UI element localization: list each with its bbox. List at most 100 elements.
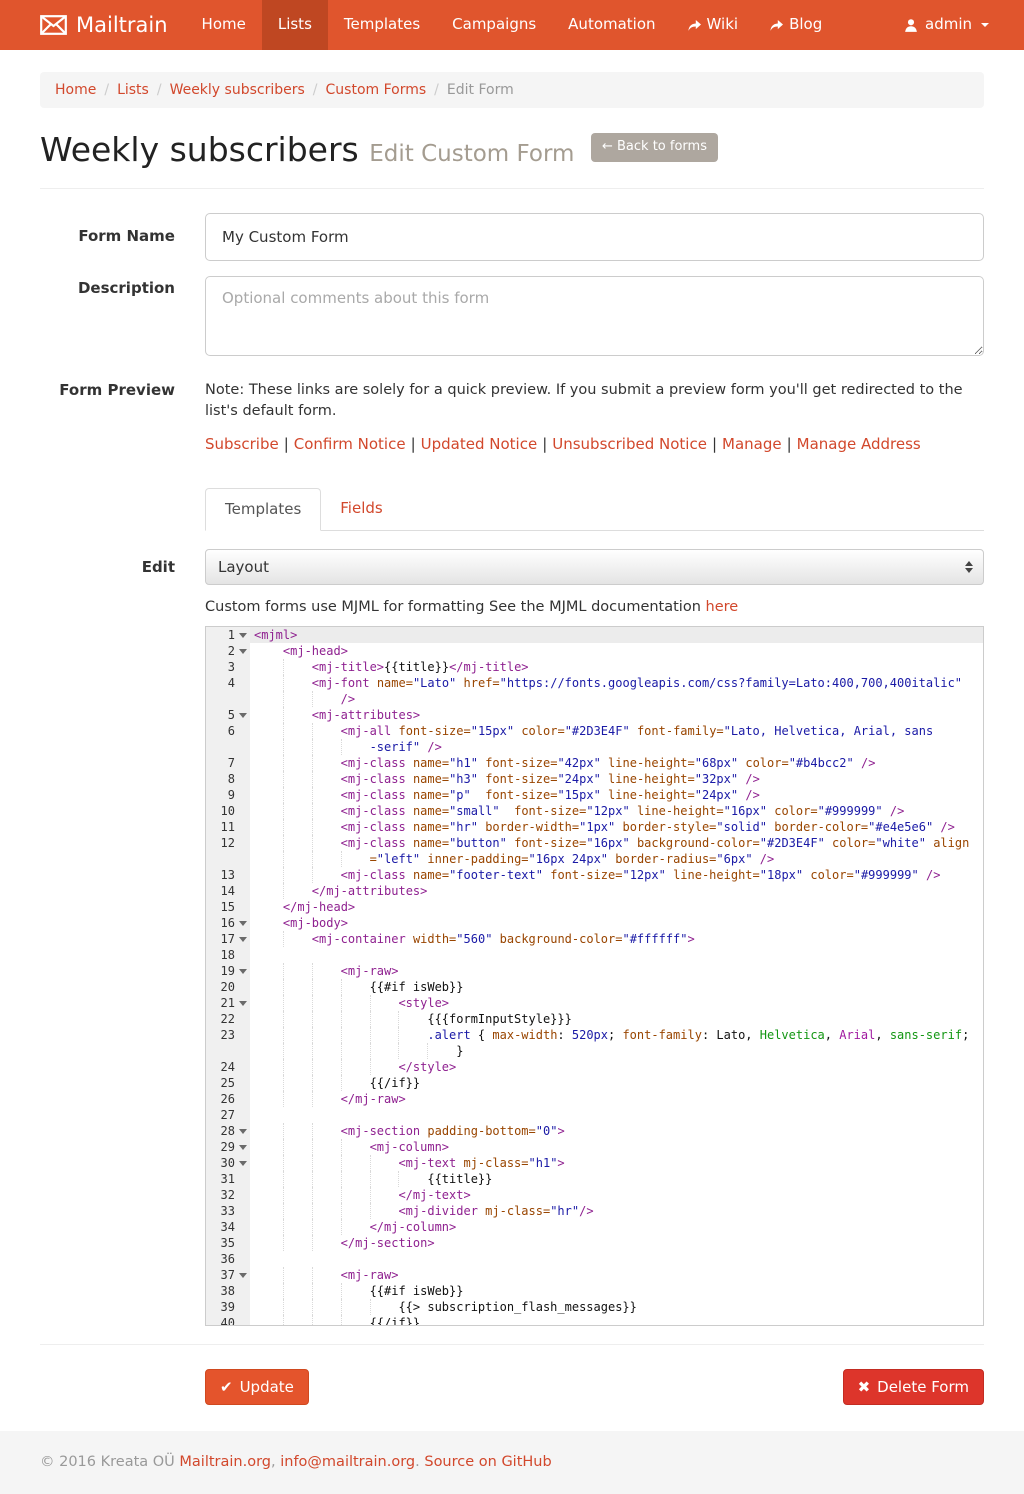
preview-link-manage[interactable]: Manage bbox=[722, 435, 782, 453]
preview-link-confirm-notice[interactable]: Confirm Notice bbox=[294, 435, 406, 453]
nav-item-templates[interactable]: Templates bbox=[328, 0, 436, 50]
code-line[interactable]: 14</mj-attributes> bbox=[206, 883, 983, 899]
code-line[interactable]: 30<mj-text mj-class="h1"> bbox=[206, 1155, 983, 1171]
code-line[interactable]: 29<mj-column> bbox=[206, 1139, 983, 1155]
code-line[interactable]: ="left" inner-padding="16px 24px" border… bbox=[206, 851, 983, 867]
code-line[interactable]: 27 bbox=[206, 1107, 983, 1123]
form-name-input[interactable] bbox=[205, 213, 984, 261]
gutter-cell: 34 bbox=[206, 1219, 250, 1235]
gutter-cell: 38 bbox=[206, 1283, 250, 1299]
code-editor[interactable]: 1<mjml>2<mj-head>3<mj-title>{{title}}</m… bbox=[205, 626, 984, 1326]
code-line[interactable]: 3<mj-title>{{title}}</mj-title> bbox=[206, 659, 983, 675]
nav-item-automation[interactable]: Automation bbox=[552, 0, 671, 50]
fold-arrow-icon[interactable] bbox=[239, 969, 247, 974]
fold-arrow-icon[interactable] bbox=[239, 1273, 247, 1278]
code-line[interactable]: 10<mj-class name="small" font-size="12px… bbox=[206, 803, 983, 819]
brand-link[interactable]: Mailtrain bbox=[40, 0, 186, 50]
code-line[interactable]: 35</mj-section> bbox=[206, 1235, 983, 1251]
fold-arrow-icon[interactable] bbox=[239, 921, 247, 926]
code-line[interactable]: 26</mj-raw> bbox=[206, 1091, 983, 1107]
indent-guide bbox=[283, 1235, 312, 1251]
code-line[interactable]: 33<mj-divider mj-class="hr"/> bbox=[206, 1203, 983, 1219]
code-line[interactable]: /> bbox=[206, 691, 983, 707]
preview-link-subscribe[interactable]: Subscribe bbox=[205, 435, 279, 453]
code-line[interactable]: 17<mj-container width="560" background-c… bbox=[206, 931, 983, 947]
breadcrumb-link-lists[interactable]: Lists bbox=[117, 82, 149, 98]
code-line[interactable]: 13<mj-class name="footer-text" font-size… bbox=[206, 867, 983, 883]
code-line[interactable]: 32</mj-text> bbox=[206, 1187, 983, 1203]
code-line[interactable]: 22{{{formInputStyle}}} bbox=[206, 1011, 983, 1027]
tab-templates[interactable]: Templates bbox=[205, 488, 321, 532]
code-line[interactable]: 2<mj-head> bbox=[206, 643, 983, 659]
code-line[interactable]: 18 bbox=[206, 947, 983, 963]
fold-arrow-icon[interactable] bbox=[239, 1161, 247, 1166]
code-line[interactable]: 15</mj-head> bbox=[206, 899, 983, 915]
back-to-forms-button[interactable]: ← Back to forms bbox=[591, 133, 718, 162]
nav-item-wiki[interactable]: Wiki bbox=[672, 0, 755, 50]
code-line[interactable]: 34</mj-column> bbox=[206, 1219, 983, 1235]
code-line[interactable]: 28<mj-section padding-bottom="0"> bbox=[206, 1123, 983, 1139]
code-line[interactable]: 5<mj-attributes> bbox=[206, 707, 983, 723]
code-line[interactable]: 20{{#if isWeb}} bbox=[206, 979, 983, 995]
code-line[interactable]: 37<mj-raw> bbox=[206, 1267, 983, 1283]
nav-item-home[interactable]: Home bbox=[186, 0, 262, 50]
delete-form-button[interactable]: ✖Delete Form bbox=[843, 1369, 984, 1405]
gutter-cell: 25 bbox=[206, 1075, 250, 1091]
breadcrumb-link-weekly-subscribers[interactable]: Weekly subscribers bbox=[170, 82, 305, 98]
fold-arrow-icon[interactable] bbox=[239, 1145, 247, 1150]
preview-link-manage-address[interactable]: Manage Address bbox=[797, 435, 921, 453]
code-line[interactable]: 36 bbox=[206, 1251, 983, 1267]
footer-link-mailtrain-org[interactable]: Mailtrain.org bbox=[179, 1454, 271, 1470]
nav-item-blog[interactable]: Blog bbox=[754, 0, 838, 50]
fold-arrow-icon[interactable] bbox=[239, 713, 247, 718]
footer-link-source-on-github[interactable]: Source on GitHub bbox=[424, 1454, 551, 1470]
code-line[interactable]: 39{{> subscription_flash_messages}} bbox=[206, 1299, 983, 1315]
preview-link-updated-notice[interactable]: Updated Notice bbox=[421, 435, 538, 453]
code-line[interactable]: 38{{#if isWeb}} bbox=[206, 1283, 983, 1299]
code-line[interactable]: 4<mj-font name="Lato" href="https://font… bbox=[206, 675, 983, 691]
code-line[interactable]: 19<mj-raw> bbox=[206, 963, 983, 979]
code-line[interactable]: 21<style> bbox=[206, 995, 983, 1011]
indent-guide bbox=[398, 1011, 427, 1027]
code-line[interactable]: 23.alert { max-width: 520px; font-family… bbox=[206, 1027, 983, 1043]
fold-arrow-icon[interactable] bbox=[239, 1129, 247, 1134]
code-line[interactable]: 11<mj-class name="hr" border-width="1px"… bbox=[206, 819, 983, 835]
code-line[interactable]: 25{{/if}} bbox=[206, 1075, 983, 1091]
back-to-forms-label: Back to forms bbox=[617, 139, 707, 154]
fold-arrow-icon[interactable] bbox=[239, 1001, 247, 1006]
footer-link-info-mailtrain-org[interactable]: info@mailtrain.org bbox=[280, 1454, 415, 1470]
update-button[interactable]: ✔Update bbox=[205, 1369, 309, 1405]
nav-item-campaigns[interactable]: Campaigns bbox=[436, 0, 552, 50]
user-menu[interactable]: admin bbox=[894, 0, 999, 50]
code-line[interactable]: 40{{/if}} bbox=[206, 1315, 983, 1326]
tab-fields[interactable]: Fields bbox=[321, 488, 401, 532]
description-textarea[interactable] bbox=[205, 276, 984, 356]
code-line[interactable]: } bbox=[206, 1043, 983, 1059]
code-content: <mj-class name="p" font-size="15px" line… bbox=[250, 787, 983, 803]
code-line[interactable]: 24</style> bbox=[206, 1059, 983, 1075]
code-line[interactable]: 8<mj-class name="h3" font-size="24px" li… bbox=[206, 771, 983, 787]
indent-guide bbox=[341, 1187, 370, 1203]
indent-guide bbox=[312, 787, 341, 803]
code-line[interactable]: 16<mj-body> bbox=[206, 915, 983, 931]
mjml-doc-link[interactable]: here bbox=[706, 599, 739, 615]
breadcrumb-link-custom-forms[interactable]: Custom Forms bbox=[326, 82, 427, 98]
indent-guide bbox=[254, 755, 283, 771]
code-line[interactable]: 7<mj-class name="h1" font-size="42px" li… bbox=[206, 755, 983, 771]
code-line[interactable]: 12<mj-class name="button" font-size="16p… bbox=[206, 835, 983, 851]
fold-arrow-icon[interactable] bbox=[239, 649, 247, 654]
edit-template-select[interactable]: Layout bbox=[205, 549, 984, 585]
indent-guide bbox=[370, 1027, 399, 1043]
code-line[interactable]: 1<mjml> bbox=[206, 627, 983, 643]
breadcrumb-link-home[interactable]: Home bbox=[55, 82, 96, 98]
nav-item-lists[interactable]: Lists bbox=[262, 0, 328, 50]
code-line[interactable]: -serif" /> bbox=[206, 739, 983, 755]
preview-link-unsubscribed-notice[interactable]: Unsubscribed Notice bbox=[552, 435, 707, 453]
code-line[interactable]: 31{{title}} bbox=[206, 1171, 983, 1187]
fold-arrow-icon[interactable] bbox=[239, 937, 247, 942]
code-line[interactable]: 6<mj-all font-size="15px" color="#2D3E4F… bbox=[206, 723, 983, 739]
fold-arrow-icon[interactable] bbox=[239, 633, 247, 638]
code-line[interactable]: 9<mj-class name="p" font-size="15px" lin… bbox=[206, 787, 983, 803]
nav-item-label: Templates bbox=[344, 14, 420, 36]
indent-guide bbox=[254, 691, 283, 707]
